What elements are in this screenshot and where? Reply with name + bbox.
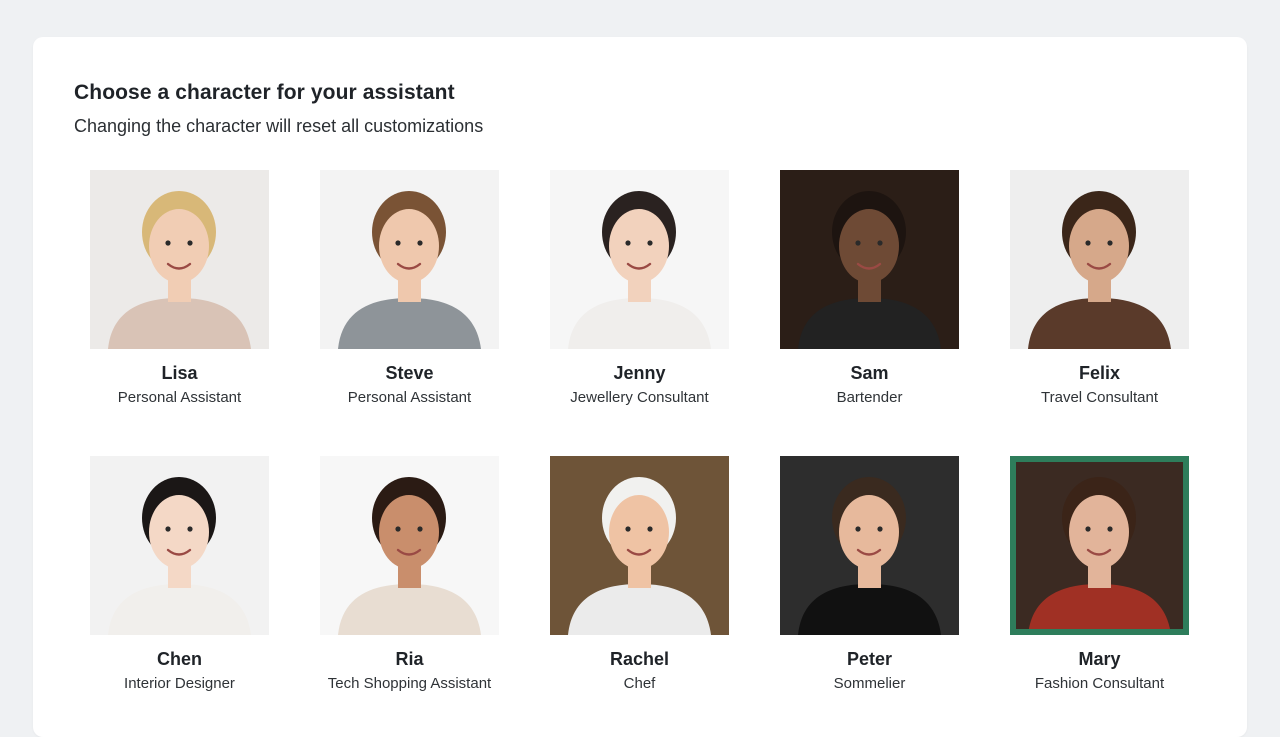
character-name: Rachel [609,649,670,669]
character-portrait[interactable] [320,170,499,349]
character-name: Chen [157,649,202,669]
character-role: Sommelier [833,675,906,692]
character-portrait[interactable] [550,456,729,635]
portrait-image [550,170,729,349]
page-title: Choose a character for your assistant [74,81,455,104]
character-role: Personal Assistant [347,389,472,406]
character-card-steve[interactable]: Steve Personal Assistant [320,170,499,406]
character-name: Peter [846,649,893,669]
character-portrait[interactable] [780,456,959,635]
character-role: Jewellery Consultant [570,389,709,406]
portrait-image [780,456,959,635]
character-card-ria[interactable]: Ria Tech Shopping Assistant [320,456,499,692]
character-role: Interior Designer [124,675,235,692]
character-card-chen[interactable]: Chen Interior Designer [90,456,269,692]
character-role: Personal Assistant [117,389,242,406]
portrait-image [320,456,499,635]
character-portrait[interactable] [1010,456,1189,635]
portrait-image [90,170,269,349]
character-name: Mary [1078,649,1121,669]
character-name: Sam [850,363,889,383]
character-portrait[interactable] [550,170,729,349]
character-name: Ria [395,649,424,669]
character-card-peter[interactable]: Peter Sommelier [780,456,959,692]
character-name: Lisa [161,363,198,383]
character-portrait[interactable] [1010,170,1189,349]
character-picker-card: Choose a character for your assistant Ch… [33,37,1247,737]
character-card-mary[interactable]: Mary Fashion Consultant [1010,456,1189,692]
portrait-image [1010,456,1189,635]
character-portrait[interactable] [90,170,269,349]
character-name: Steve [385,363,434,383]
character-role: Tech Shopping Assistant [327,675,492,692]
portrait-image [320,170,499,349]
character-role: Bartender [836,389,903,406]
character-name: Jenny [613,363,666,383]
character-role: Chef [623,675,656,692]
character-portrait[interactable] [90,456,269,635]
character-card-sam[interactable]: Sam Bartender [780,170,959,406]
character-portrait[interactable] [320,456,499,635]
character-role: Fashion Consultant [1034,675,1165,692]
character-card-rachel[interactable]: Rachel Chef [550,456,729,692]
character-role: Travel Consultant [1041,389,1158,406]
character-name: Felix [1078,363,1121,383]
portrait-image [90,456,269,635]
page-subtitle: Changing the character will reset all cu… [74,116,484,136]
character-card-lisa[interactable]: Lisa Personal Assistant [90,170,269,406]
portrait-image [780,170,959,349]
character-portrait[interactable] [780,170,959,349]
portrait-image [1010,170,1189,349]
portrait-image [550,456,729,635]
character-card-felix[interactable]: Felix Travel Consultant [1010,170,1189,406]
character-card-jenny[interactable]: Jenny Jewellery Consultant [550,170,729,406]
